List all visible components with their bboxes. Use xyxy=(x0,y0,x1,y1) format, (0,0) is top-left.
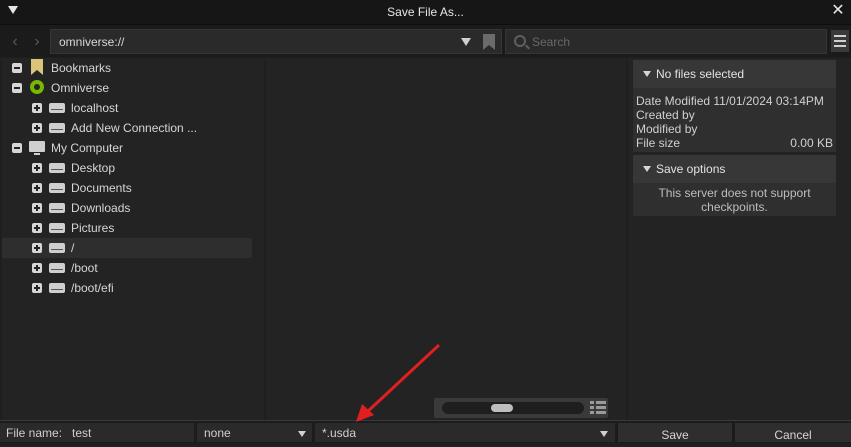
annotation-arrow xyxy=(356,343,441,422)
annotation-arrow-line xyxy=(364,343,441,415)
